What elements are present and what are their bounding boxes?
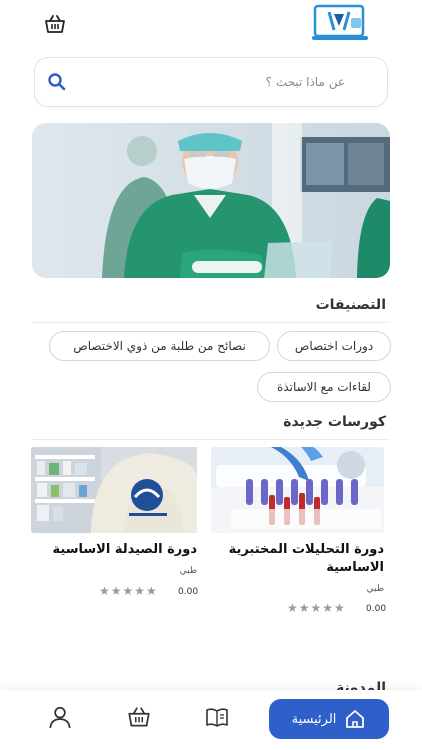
nav-home-button[interactable]: الرئيسية — [269, 699, 389, 739]
course-author: طبي — [179, 566, 197, 576]
chip-specialty-courses[interactable]: دورات اختصاص — [277, 331, 391, 361]
rating-stars: ★★★★★ — [287, 601, 346, 615]
app-logo — [312, 4, 368, 40]
hero-banner[interactable] — [32, 123, 390, 278]
home-icon — [346, 710, 365, 728]
course-author: طبي — [366, 584, 384, 594]
hero-image — [32, 123, 390, 278]
course-image-lab[interactable] — [211, 447, 384, 533]
book-icon[interactable] — [204, 704, 230, 730]
chip-teacher-meetings[interactable]: لقاءات مع الاساتذة — [257, 372, 391, 402]
course-title[interactable]: دورة الصيدلة الاساسية — [31, 541, 197, 559]
course-price: 0.00 — [366, 604, 387, 614]
search-icon[interactable] — [47, 72, 67, 92]
course-image-pharmacy[interactable] — [31, 447, 204, 533]
top-bar — [0, 0, 422, 52]
basket-icon[interactable] — [43, 12, 67, 36]
bottom-navigation: الرئيسية — [0, 690, 422, 750]
nav-home-label: الرئيسية — [291, 711, 337, 727]
profile-icon[interactable] — [47, 704, 73, 730]
new-courses-divider — [32, 439, 390, 440]
basket-icon[interactable] — [126, 704, 152, 730]
categories-title: التصنيفات — [315, 297, 386, 313]
course-title[interactable]: دورة التحليلات المختبرية الاساسية — [211, 541, 384, 577]
search-input[interactable] — [85, 68, 345, 96]
new-courses-title: كورسات جديدة — [283, 414, 386, 430]
course-price: 0.00 — [178, 587, 199, 597]
rating-stars: ★★★★★ — [99, 584, 158, 598]
search-bar[interactable] — [34, 57, 388, 107]
chip-student-tips[interactable]: نصائح من طلبة من ذوي الاختصاص — [49, 331, 270, 361]
categories-divider — [32, 322, 390, 323]
